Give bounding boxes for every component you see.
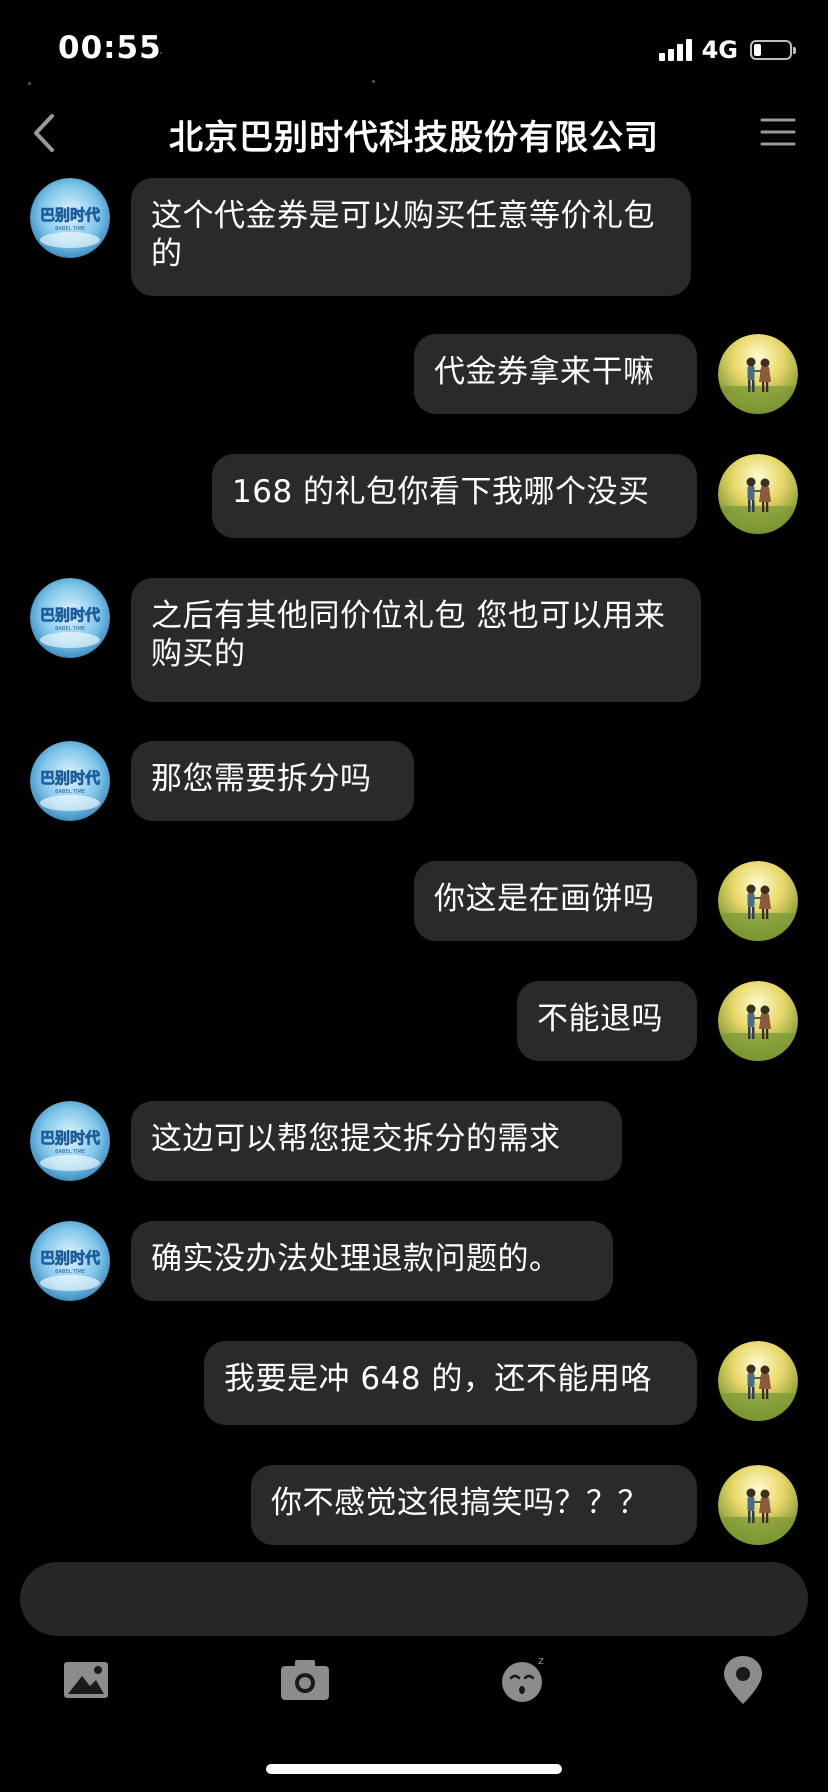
message-bubble: 我要是冲 648 的，还不能用咯	[204, 1341, 697, 1425]
company-avatar[interactable]: 巴别时代 BABEL TIME	[30, 1101, 110, 1181]
message-input[interactable]	[20, 1562, 808, 1636]
svg-text:BABEL TIME: BABEL TIME	[55, 626, 85, 632]
svg-text:BABEL TIME: BABEL TIME	[55, 226, 85, 232]
message-bubble: 168 的礼包你看下我哪个没买	[212, 454, 697, 538]
svg-text:巴别时代: 巴别时代	[40, 769, 100, 787]
svg-text:巴别时代: 巴别时代	[40, 1249, 100, 1267]
message-list: 巴别时代 BABEL TIME 这个代金券是可以购买任意等价礼包的 代金券拿来干嘛…	[0, 0, 828, 1792]
svg-text:巴别时代: 巴别时代	[40, 606, 100, 624]
svg-text:BABEL TIME: BABEL TIME	[55, 1149, 85, 1155]
user-avatar[interactable]	[718, 1341, 798, 1421]
message-bubble: 代金券拿来干嘛	[414, 334, 697, 414]
message-bubble: 确实没办法处理退款问题的。	[131, 1221, 613, 1301]
image-icon	[64, 1662, 108, 1698]
company-avatar[interactable]: 巴别时代 BABEL TIME	[30, 1221, 110, 1301]
user-avatar[interactable]	[718, 1465, 798, 1545]
company-avatar[interactable]: 巴别时代 BABEL TIME	[30, 578, 110, 658]
input-toolbar: z	[0, 1650, 828, 1720]
camera-icon	[281, 1660, 329, 1700]
company-avatar[interactable]: 巴别时代 BABEL TIME	[30, 741, 110, 821]
svg-text:z: z	[538, 1654, 544, 1667]
message-bubble: 你这是在画饼吗	[414, 861, 697, 941]
home-indicator[interactable]	[266, 1764, 562, 1774]
svg-text:BABEL TIME: BABEL TIME	[55, 789, 85, 795]
company-avatar[interactable]: 巴别时代 BABEL TIME	[30, 178, 110, 258]
message-bubble: 之后有其他同价位礼包 您也可以用来购买的	[131, 578, 701, 702]
emoji-icon: z	[502, 1654, 544, 1702]
user-avatar[interactable]	[718, 861, 798, 941]
user-avatar[interactable]	[718, 981, 798, 1061]
svg-text:BABEL TIME: BABEL TIME	[55, 1269, 85, 1275]
message-bubble: 这边可以帮您提交拆分的需求	[131, 1101, 622, 1181]
message-bubble: 这个代金券是可以购买任意等价礼包的	[131, 178, 691, 296]
camera-button[interactable]	[275, 1650, 335, 1710]
location-icon	[724, 1656, 762, 1704]
user-avatar[interactable]	[718, 334, 798, 414]
user-avatar[interactable]	[718, 454, 798, 534]
svg-text:巴别时代: 巴别时代	[40, 1129, 100, 1147]
message-bubble: 那您需要拆分吗	[131, 741, 414, 821]
emoji-button[interactable]: z	[494, 1650, 554, 1710]
message-bubble: 不能退吗	[517, 981, 697, 1061]
svg-text:巴别时代: 巴别时代	[40, 206, 100, 224]
message-bubble: 你不感觉这很搞笑吗？？？	[251, 1465, 697, 1545]
location-button[interactable]	[713, 1650, 773, 1710]
image-button[interactable]	[56, 1650, 116, 1710]
